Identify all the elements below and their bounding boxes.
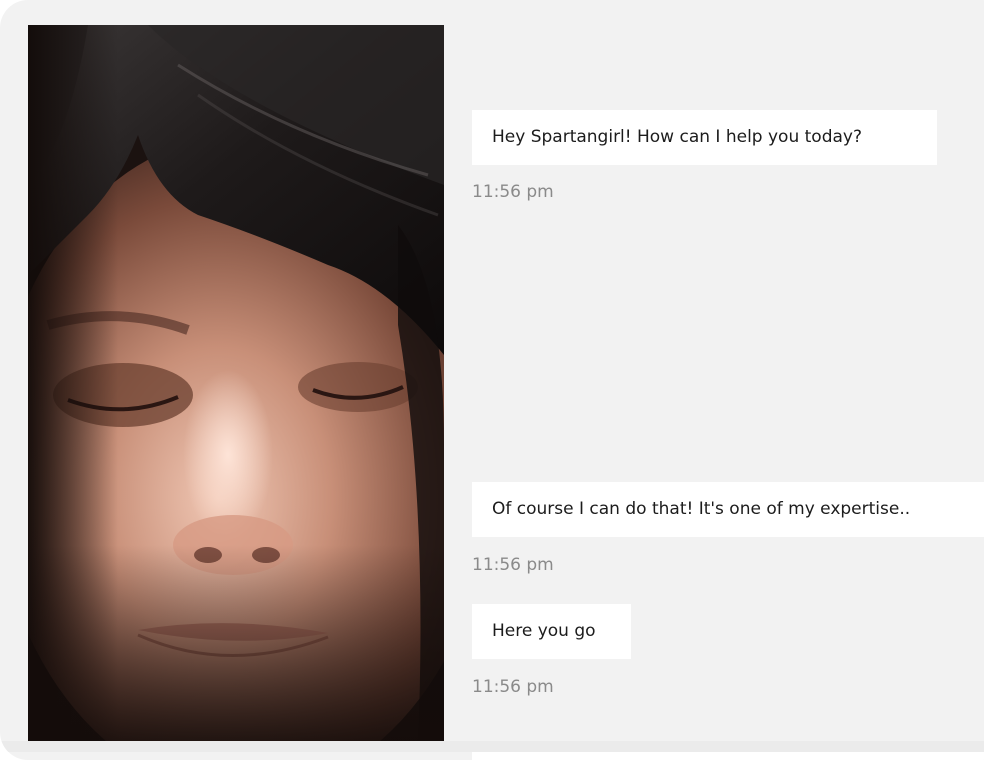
message-bubble-partial (472, 752, 984, 760)
portrait-image[interactable] (28, 25, 444, 741)
message-timestamp: 11:56 pm (472, 677, 554, 697)
message-bubble: Hey Spartangirl! How can I help you toda… (472, 110, 937, 165)
chat-window: Hey Spartangirl! How can I help you toda… (0, 0, 984, 760)
message-list[interactable]: Hey Spartangirl! How can I help you toda… (472, 0, 984, 760)
message-bubble: Of course I can do that! It's one of my … (472, 482, 984, 537)
message-timestamp: 11:56 pm (472, 555, 554, 575)
portrait-illustration (28, 25, 444, 741)
message-bubble: Here you go (472, 604, 631, 659)
message-timestamp: 11:56 pm (472, 182, 554, 202)
